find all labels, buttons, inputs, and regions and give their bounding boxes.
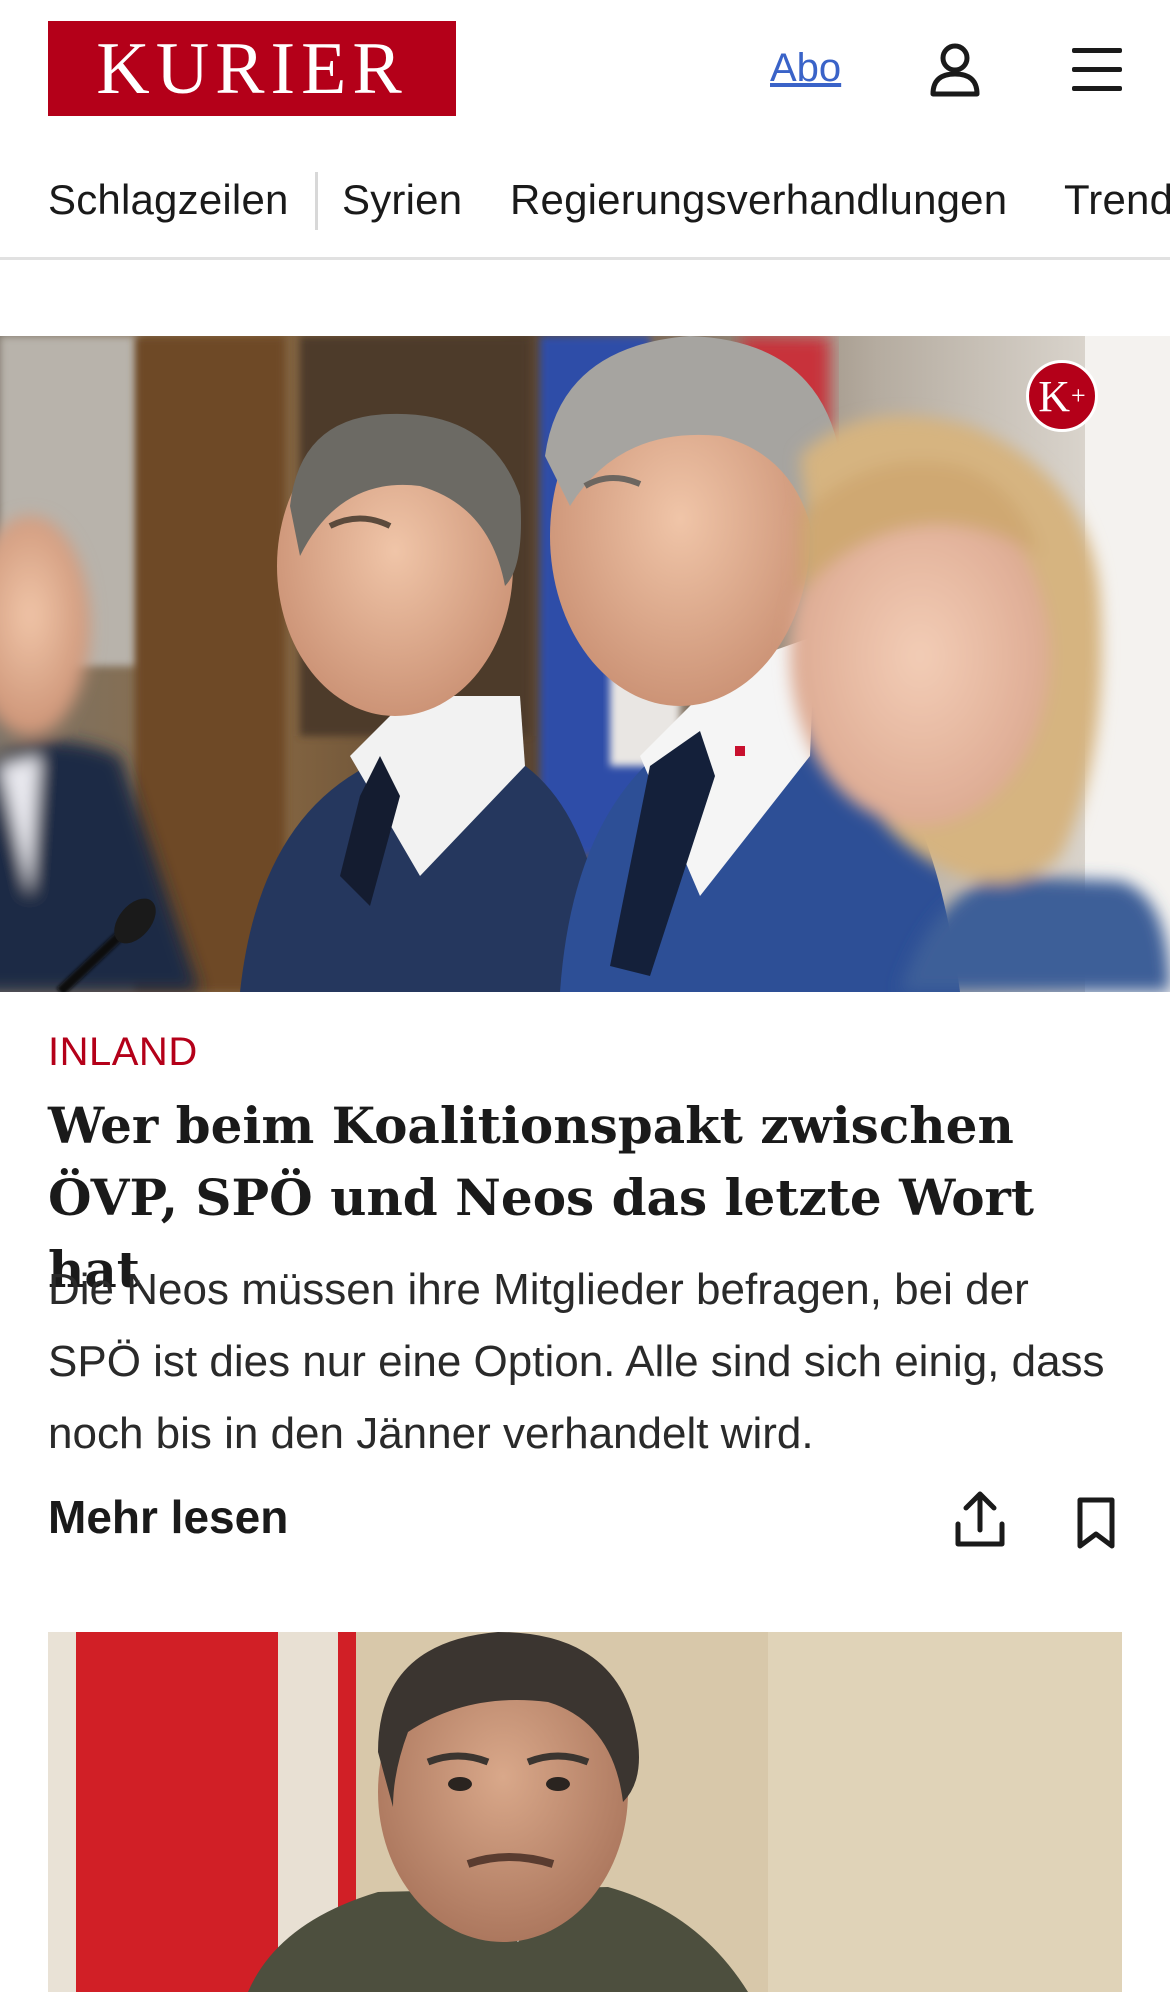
share-button[interactable]	[952, 1490, 1008, 1550]
user-button[interactable]	[925, 40, 985, 100]
nav-item-schlagzeilen[interactable]: Schlagzeilen	[48, 176, 289, 224]
read-more-link[interactable]: Mehr lesen	[48, 1490, 288, 1544]
nav-divider	[315, 172, 318, 230]
nav-item-syrien[interactable]: Syrien	[342, 176, 462, 224]
next-article-image[interactable]	[48, 1632, 1122, 1992]
article-hero-image[interactable]	[0, 336, 1170, 992]
premium-badge: K +	[1026, 360, 1098, 432]
article-category[interactable]: INLAND	[48, 1030, 198, 1075]
share-icon	[955, 1491, 1005, 1547]
site-header: KURIER Abo	[0, 0, 1170, 140]
nav-item-trend[interactable]: Trend	[1064, 176, 1170, 224]
abo-link[interactable]: Abo	[770, 46, 841, 91]
hero-photo	[0, 336, 1170, 992]
user-icon	[930, 43, 980, 97]
bookmark-icon	[1077, 1497, 1115, 1549]
next-article-photo	[48, 1632, 1122, 1992]
nav-item-regierungsverhandlungen[interactable]: Regierungsverhandlungen	[510, 176, 1007, 224]
topic-nav: Schlagzeilen Syrien Regierungsverhandlun…	[0, 140, 1170, 260]
kurier-logo[interactable]: KURIER	[48, 21, 456, 116]
menu-button[interactable]	[1068, 42, 1128, 98]
bookmark-button[interactable]	[1072, 1496, 1120, 1552]
hamburger-menu-icon	[1072, 48, 1122, 91]
article-teaser: Die Neos müssen ihre Mitglieder befragen…	[48, 1265, 1105, 1458]
